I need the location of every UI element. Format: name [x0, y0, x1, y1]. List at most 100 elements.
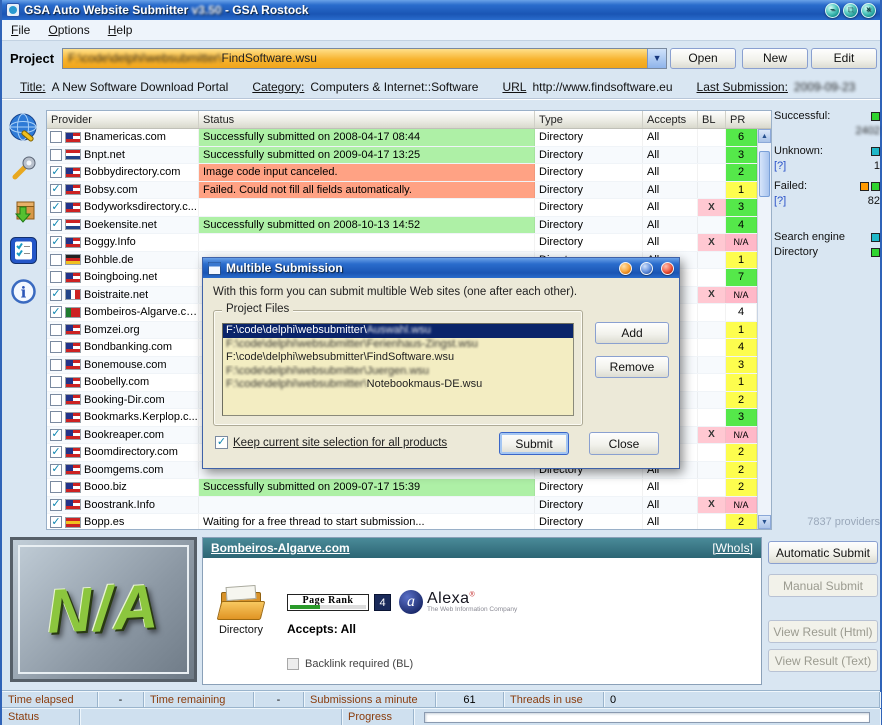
row-checkbox[interactable]	[50, 376, 62, 388]
category-label: Category:	[252, 80, 304, 94]
header-status[interactable]: Status	[199, 111, 535, 128]
pagerank-cell: 1	[726, 252, 757, 269]
automatic-submit-button[interactable]: Automatic Submit	[768, 541, 878, 564]
menu-item-options[interactable]: Options	[39, 21, 98, 39]
detail-header: Bombeiros-Algarve.com [WhoIs]	[203, 538, 761, 558]
backlink-checkbox[interactable]	[287, 658, 299, 670]
row-checkbox[interactable]	[50, 394, 62, 406]
backlink-cell: X	[698, 234, 726, 251]
tools-wrench-icon[interactable]	[7, 152, 39, 184]
row-checkbox[interactable]: ✓	[50, 166, 62, 178]
header-type[interactable]: Type	[535, 111, 643, 128]
whois-link[interactable]: [WhoIs]	[712, 541, 753, 555]
accepts-cell: All	[643, 129, 698, 146]
threads-value: 0	[604, 692, 880, 708]
backlink-cell	[698, 444, 726, 461]
menu-item-help[interactable]: Help	[99, 21, 142, 39]
row-checkbox[interactable]	[50, 359, 62, 371]
country-flag-icon	[65, 342, 81, 353]
row-checkbox[interactable]: ✓	[50, 516, 62, 528]
row-checkbox[interactable]: ✓	[50, 236, 62, 248]
info-icon[interactable]: i	[7, 275, 39, 307]
country-flag-icon	[65, 447, 81, 458]
row-checkbox[interactable]: ✓	[50, 289, 62, 301]
vertical-scrollbar[interactable]: ▲ ▼	[757, 129, 771, 529]
scroll-down-icon[interactable]: ▼	[758, 515, 771, 529]
progress-label: Progress	[342, 709, 414, 725]
legend-search-engine: Search engine	[774, 231, 845, 243]
header-accepts[interactable]: Accepts	[643, 111, 698, 128]
combo-dropdown-button[interactable]: ▼	[647, 49, 666, 68]
backlink-cell	[698, 217, 726, 234]
open-button[interactable]: Open	[670, 48, 736, 69]
close-button[interactable]: ×	[861, 3, 876, 18]
table-row[interactable]: ✓Boostrank.InfoDirectoryAllXN/A	[47, 497, 757, 515]
detail-provider-name[interactable]: Bombeiros-Algarve.com	[211, 541, 350, 555]
project-file-item[interactable]: F:\code\delphi\websubmitter\FindSoftware…	[223, 351, 573, 365]
row-checkbox[interactable]: ✓	[50, 184, 62, 196]
minimize-button[interactable]: –	[825, 3, 840, 18]
dialog-close-button[interactable]: Close	[589, 432, 659, 455]
maximize-button[interactable]: □	[843, 3, 858, 18]
project-file-item[interactable]: F:\code\delphi\websubmitter\Ferienhaus-Z…	[223, 338, 573, 352]
row-checkbox[interactable]	[50, 131, 62, 143]
table-row[interactable]: ✓Boekensite.netSuccessfully submitted on…	[47, 217, 757, 235]
row-checkbox[interactable]: ✓	[50, 499, 62, 511]
scroll-up-icon[interactable]: ▲	[758, 129, 771, 143]
row-checkbox[interactable]: ✓	[50, 464, 62, 476]
table-row[interactable]: ✓Bobbydirectory.comImage code input canc…	[47, 164, 757, 182]
submit-button[interactable]: Submit	[499, 432, 569, 455]
view-result-html-button[interactable]: View Result (Html)	[768, 620, 878, 643]
new-button[interactable]: New	[742, 48, 808, 69]
row-checkbox[interactable]	[50, 481, 62, 493]
row-checkbox[interactable]: ✓	[50, 429, 62, 441]
add-button[interactable]: Add	[595, 322, 669, 344]
failed-help-link[interactable]: [?]	[774, 195, 786, 207]
row-checkbox[interactable]: ✓	[50, 306, 62, 318]
header-bl[interactable]: BL	[698, 111, 726, 128]
row-checkbox[interactable]	[50, 254, 62, 266]
project-tasks-icon[interactable]	[7, 234, 39, 266]
row-checkbox[interactable]: ✓	[50, 219, 62, 231]
table-row[interactable]: ✓Bodyworksdirectory.c...DirectoryAllX3	[47, 199, 757, 217]
row-checkbox[interactable]	[50, 411, 62, 423]
unknown-help-link[interactable]: [?]	[774, 160, 786, 172]
scrollbar-thumb[interactable]	[759, 151, 770, 197]
view-result-text-button[interactable]: View Result (Text)	[768, 649, 878, 672]
row-checkbox[interactable]: ✓	[50, 446, 62, 458]
project-file-item[interactable]: F:\code\delphi\websubmitter\Juergen.wsu	[223, 365, 573, 379]
type-cell: Directory	[535, 514, 643, 529]
header-pr[interactable]: PR	[726, 111, 757, 128]
table-row[interactable]: ✓Boggy.InfoDirectoryAllXN/A	[47, 234, 757, 252]
remove-button[interactable]: Remove	[595, 356, 669, 378]
pagerank-cell: 3	[726, 147, 757, 164]
submit-globe-icon[interactable]	[7, 111, 39, 143]
dialog-minimize-button[interactable]	[619, 262, 632, 275]
project-combo[interactable]: F:\code\delphi\websubmitter\FindSoftware…	[62, 48, 667, 69]
dialog-close-icon[interactable]	[661, 262, 674, 275]
accepts-cell: All	[643, 234, 698, 251]
project-files-list[interactable]: F:\code\delphi\websubmitter\Auswahl.wsuF…	[222, 323, 574, 416]
manual-submit-button[interactable]: Manual Submit	[768, 574, 878, 597]
row-checkbox[interactable]	[50, 271, 62, 283]
table-row[interactable]: Booo.bizSuccessfully submitted on 2009-0…	[47, 479, 757, 497]
row-checkbox[interactable]	[50, 149, 62, 161]
table-row[interactable]: ✓Bopp.esWaiting for a free thread to sta…	[47, 514, 757, 529]
status-bar-bottom: Status Progress	[2, 708, 880, 725]
time-elapsed-label: Time elapsed	[2, 692, 98, 708]
keep-selection-checkbox[interactable]: ✓	[215, 436, 228, 449]
table-row[interactable]: Bnamericas.comSuccessfully submitted on …	[47, 129, 757, 147]
provider-cell: Boingboing.net	[47, 269, 199, 286]
dialog-maximize-button[interactable]	[640, 262, 653, 275]
install-package-icon[interactable]	[7, 193, 39, 225]
edit-button[interactable]: Edit	[811, 48, 877, 69]
table-row[interactable]: Bnpt.netSuccessfully submitted on 2009-0…	[47, 147, 757, 165]
row-checkbox[interactable]	[50, 341, 62, 353]
header-provider[interactable]: Provider	[47, 111, 199, 128]
project-file-item[interactable]: F:\code\delphi\websubmitter\Notebookmaus…	[223, 378, 573, 392]
row-checkbox[interactable]	[50, 324, 62, 336]
row-checkbox[interactable]: ✓	[50, 201, 62, 213]
table-row[interactable]: ✓Bobsy.comFailed. Could not fill all fie…	[47, 182, 757, 200]
project-file-item[interactable]: F:\code\delphi\websubmitter\Auswahl.wsu	[223, 324, 573, 338]
menu-item-file[interactable]: File	[2, 21, 39, 39]
